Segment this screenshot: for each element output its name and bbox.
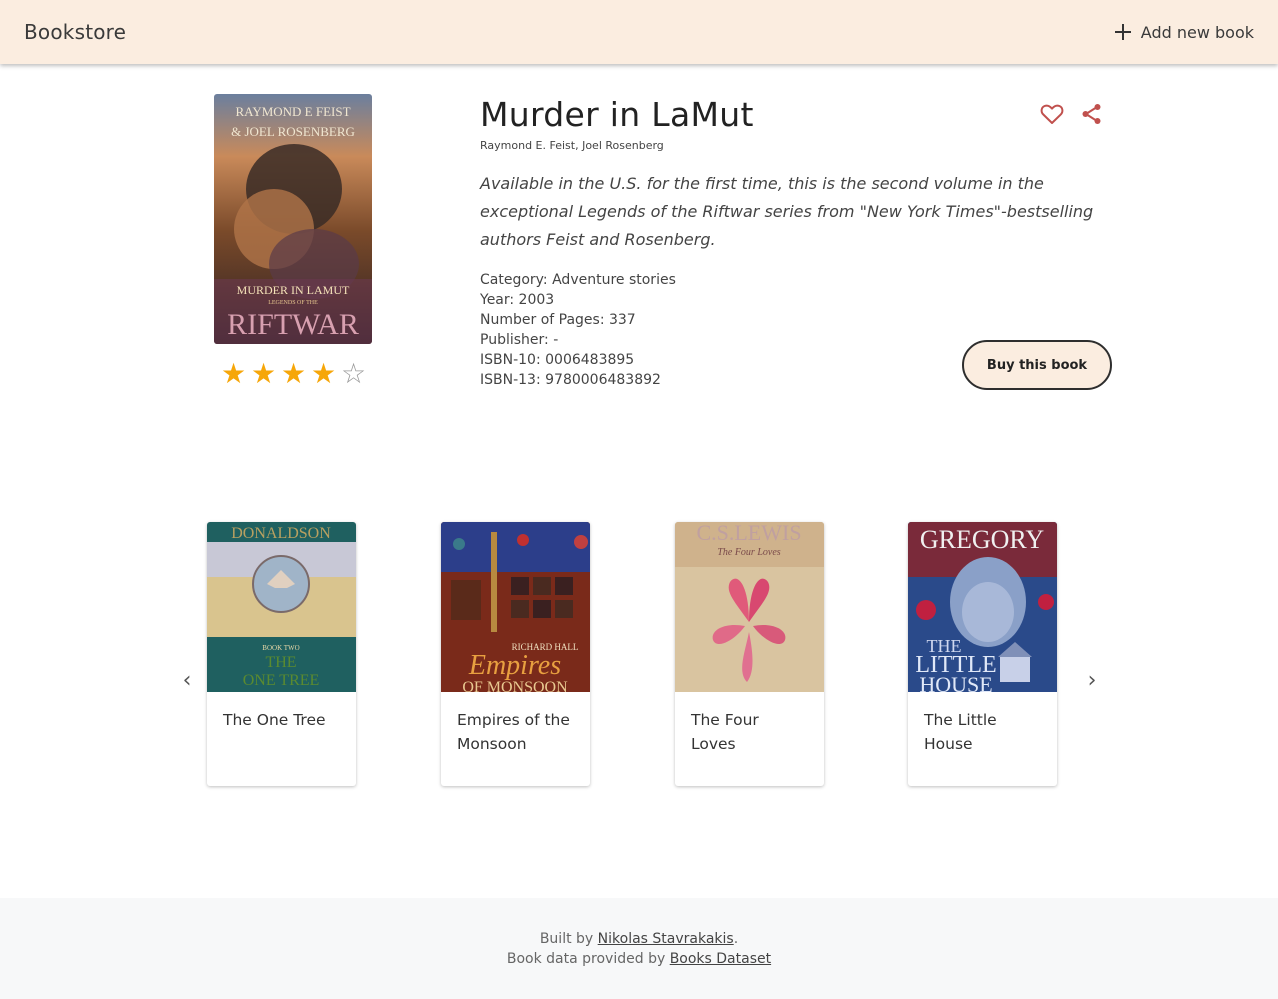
- star-empty-icon[interactable]: ☆: [339, 358, 368, 390]
- cover-series: LEGENDS OF THE: [268, 300, 318, 306]
- book-title: Murder in LaMut: [480, 95, 754, 134]
- footer-dataset-link[interactable]: Books Dataset: [670, 951, 771, 967]
- related-book-card[interactable]: C.S.LEWIS The Four Loves The Four Loves: [675, 522, 824, 786]
- star-filled-icon[interactable]: ★: [219, 358, 248, 390]
- cover-text: GREGORY: [920, 525, 1044, 554]
- book-isbn13: ISBN-13: 9780006483892: [480, 372, 661, 388]
- related-book-card[interactable]: GREGORY THE LITTLE HOUSE The Little Hous…: [908, 522, 1057, 786]
- book-isbn10: ISBN-10: 0006483895: [480, 352, 635, 368]
- cover-text: OF MONSOON: [462, 679, 568, 692]
- app-header: Bookstore Add new book: [0, 0, 1278, 64]
- book-pages: Number of Pages: 337: [480, 312, 636, 328]
- brand-title[interactable]: Bookstore: [24, 20, 126, 44]
- cover-text: Empires: [468, 650, 561, 681]
- cover-text: BOOK TWO: [262, 644, 299, 652]
- cover-author-line1: RAYMOND E FEIST: [235, 104, 350, 119]
- book-category: Category: Adventure stories: [480, 272, 676, 288]
- book-cover: RAYMOND E FEIST & JOEL ROSENBERG MURDER …: [214, 94, 372, 344]
- book-meta: Category: Adventure stories Year: 2003 N…: [480, 270, 676, 390]
- book-year: Year: 2003: [480, 292, 555, 308]
- footer: Built by Nikolas Stavrakakis. Book data …: [0, 898, 1278, 999]
- related-book-cover: C.S.LEWIS The Four Loves: [675, 522, 824, 692]
- chevron-right-icon[interactable]: ›: [1080, 670, 1104, 694]
- related-book-cover: DONALDSON BOOK TWO THE ONE TREE: [207, 522, 356, 692]
- cover-author-line2: & JOEL ROSENBERG: [231, 124, 355, 139]
- related-book-title: The Four Loves: [691, 711, 759, 753]
- star-filled-icon[interactable]: ★: [249, 358, 278, 390]
- related-book-cover: GREGORY THE LITTLE HOUSE: [908, 522, 1057, 692]
- related-book-title: The Little House: [924, 711, 997, 753]
- rating-stars[interactable]: ★ ★ ★ ★ ☆: [219, 358, 368, 390]
- related-book-title: Empires of the Monsoon: [457, 711, 570, 753]
- footer-built-suffix: .: [733, 931, 739, 947]
- footer-author-link[interactable]: Nikolas Stavrakakis: [598, 931, 734, 947]
- cover-title: MURDER IN LAMUT: [237, 283, 350, 297]
- cover-text: The Four Loves: [717, 547, 780, 558]
- footer-data-prefix: Book data provided by: [506, 951, 670, 967]
- book-publisher: Publisher: -: [480, 332, 559, 348]
- cover-text: THE: [265, 654, 296, 671]
- cover-text: C.S.LEWIS: [696, 522, 801, 545]
- related-book-card[interactable]: DONALDSON BOOK TWO THE ONE TREE The One …: [207, 522, 356, 786]
- related-book-title: The One Tree: [223, 711, 326, 729]
- footer-built-prefix: Built by: [539, 931, 598, 947]
- chevron-left-icon[interactable]: ‹: [175, 670, 199, 694]
- heart-icon[interactable]: [1040, 103, 1064, 125]
- footer-data-credit: Book data provided by Books Dataset: [0, 949, 1278, 969]
- related-book-cover: RICHARD HALL Empires OF MONSOON: [441, 522, 590, 692]
- star-filled-icon[interactable]: ★: [309, 358, 338, 390]
- cover-series-name: RIFTWAR: [227, 308, 359, 341]
- cover-text: HOUSE: [919, 672, 992, 692]
- buy-book-button[interactable]: Buy this book: [962, 340, 1112, 390]
- add-new-book-label: Add new book: [1140, 22, 1254, 42]
- plus-icon: [1114, 24, 1131, 40]
- related-book-card[interactable]: RICHARD HALL Empires OF MONSOON Empires …: [441, 522, 590, 786]
- cover-text: DONALDSON: [231, 525, 331, 542]
- share-icon[interactable]: [1081, 103, 1103, 125]
- star-filled-icon[interactable]: ★: [279, 358, 308, 390]
- book-description: Available in the U.S. for the first time…: [480, 174, 1094, 249]
- add-new-book-button[interactable]: Add new book: [1114, 22, 1254, 42]
- book-authors: Raymond E. Feist, Joel Rosenberg: [480, 139, 664, 152]
- footer-built-by: Built by Nikolas Stavrakakis.: [0, 929, 1278, 949]
- cover-text: ONE TREE: [243, 672, 320, 689]
